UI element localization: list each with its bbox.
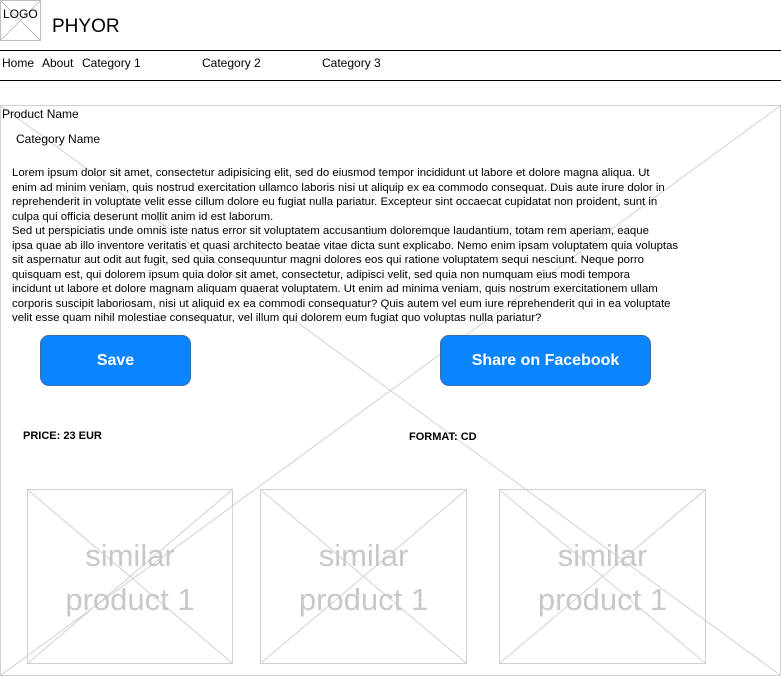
save-button[interactable]: Save: [40, 335, 191, 386]
similar-product-card[interactable]: similar product 1: [260, 489, 467, 664]
similar-product-card[interactable]: similar product 1: [27, 489, 233, 664]
share-facebook-button[interactable]: Share on Facebook: [440, 335, 651, 386]
nav-divider: [0, 80, 781, 81]
format-label: FORMAT: CD: [409, 431, 477, 443]
nav-category-2[interactable]: Category 2: [202, 56, 261, 70]
similar-product-label: similar product 1: [537, 538, 668, 617]
logo-label: LOGO: [3, 7, 38, 21]
nav-category-1[interactable]: Category 1: [82, 56, 141, 70]
header-divider: [0, 50, 781, 51]
nav-category-3[interactable]: Category 3: [322, 56, 381, 70]
product-description: Lorem ipsum dolor sit amet, consectetur …: [12, 167, 679, 324]
similar-product-label: similar product 1: [298, 538, 429, 617]
nav-about[interactable]: About: [42, 56, 73, 70]
category-name[interactable]: Category Name: [16, 132, 100, 146]
price-label: PRICE: 23 EUR: [23, 430, 102, 442]
brand-name[interactable]: PHYOR: [52, 16, 120, 38]
nav-home[interactable]: Home: [2, 56, 34, 70]
similar-product-label: similar product 1: [65, 538, 195, 617]
product-name: Product Name: [2, 107, 79, 121]
similar-product-card[interactable]: similar product 1: [499, 489, 706, 664]
